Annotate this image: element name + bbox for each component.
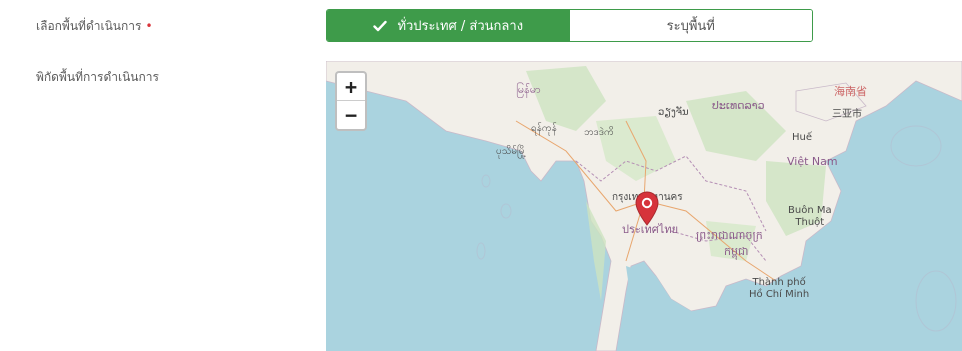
specific-area-option-button[interactable]: ระบุพื้นที่ (569, 10, 812, 41)
area-toggle: ทั่วประเทศ / ส่วนกลาง ระบุพื้นที่ (326, 9, 813, 42)
map-label-hainan: 海南省 (834, 85, 867, 98)
check-icon (373, 20, 388, 31)
map-label-vietnam: Việt Nam (787, 155, 838, 168)
map-label-myanmar: မြန်မာ (516, 83, 541, 96)
map-label-hue: Huế (792, 132, 813, 143)
map-label-cambodia: ព្រះរាជាណាចក្រ (696, 229, 763, 242)
map-label-ho-chi-minh: Thành phố Hồ Chí Minh (749, 277, 810, 300)
specific-area-option-label: ระบุพื้นที่ (666, 19, 715, 34)
map-label-yangon: ရန်ကုန် (531, 123, 557, 134)
zoom-in-button[interactable]: + (337, 73, 365, 101)
map-label-buon-ma-thuot: Buôn Ma Thuột (788, 205, 832, 228)
map-label-cambodia-2: កម្ពុជា (724, 245, 749, 258)
map-label-vientiane: ວຽງຈັນ (658, 107, 689, 118)
map-view[interactable]: + − မြန်မာ ရန်ကုန် ဘဒဒဲကိ ပုသိမ်မြို့ ວຽ… (326, 61, 962, 351)
map-label-naypyidaw: ဘဒဒဲကိ (584, 127, 614, 138)
map-label-sanya: 三亚市 (832, 109, 862, 120)
location-marker-icon[interactable] (634, 191, 660, 227)
map-label-bago: ပုသိမ်မြို့ (496, 146, 527, 157)
required-mark: • (145, 19, 153, 33)
zoom-control: + − (335, 71, 367, 131)
area-label: เลือกพื้นที่ดำเนินการ • (36, 17, 153, 36)
map-label-laos: ປະເທດລາວ (712, 99, 765, 112)
area-label-text: เลือกพื้นที่ดำเนินการ (36, 19, 142, 33)
nationwide-option-label: ทั่วประเทศ / ส่วนกลาง (397, 19, 524, 34)
nationwide-option-button[interactable]: ทั่วประเทศ / ส่วนกลาง (327, 10, 570, 41)
coord-label: พิกัดพื้นที่การดำเนินการ (36, 70, 159, 84)
zoom-out-button[interactable]: − (337, 101, 365, 129)
